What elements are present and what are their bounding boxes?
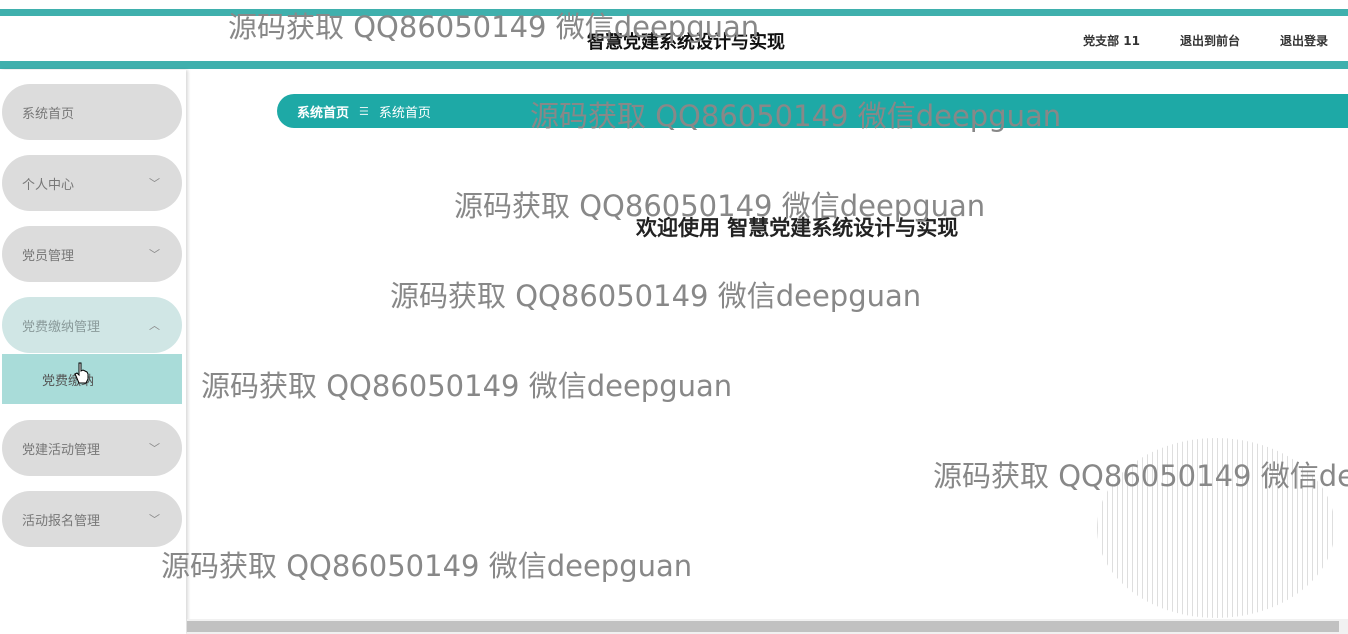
chevron-up-icon: ︿ (149, 319, 160, 332)
chevron-down-icon: ﹀ (149, 513, 160, 526)
logout-link[interactable]: 退出登录 (1280, 32, 1328, 49)
chevron-down-icon: ﹀ (149, 442, 160, 455)
sidebar-item-label: 个人中心 (22, 177, 75, 193)
breadcrumb: 系统首页 ☰ 系统首页 (277, 94, 1348, 128)
sidebar: 系统首页 个人中心 ﹀ 党员管理 ﹀ 党费缴纳管理 ︿ 党费缴纳 党建活动管理 … (0, 70, 186, 634)
user-label: 党支部 11 (1083, 34, 1140, 48)
sidebar-item-home[interactable]: 系统首页 (2, 84, 182, 140)
sidebar-item-activity-management[interactable]: 党建活动管理 ﹀ (2, 420, 182, 476)
sidebar-item-label: 系统首页 (22, 106, 75, 122)
sidebar-item-registration-management[interactable]: 活动报名管理 ﹀ (2, 491, 182, 547)
sidebar-item-label: 党费缴纳管理 (22, 319, 101, 335)
hand-cursor-icon (74, 362, 89, 384)
menu-icon: ☰ (359, 104, 369, 118)
sidebar-item-personal-center[interactable]: 个人中心 ﹀ (2, 155, 182, 211)
sidebar-item-label: 党员管理 (22, 248, 75, 264)
watermark-text: 源码获取 QQ86050149 微信deepguan (161, 549, 693, 583)
watermark-text: 源码获取 QQ86050149 微信deepguan (390, 279, 922, 313)
welcome-title: 欢迎使用 智慧党建系统设计与实现 (636, 216, 959, 240)
header-bottom-stripe (0, 61, 1348, 69)
sidebar-item-label: 党建活动管理 (22, 442, 101, 458)
scrollbar-thumb[interactable] (187, 621, 1339, 632)
top-header: 智慧党建系统设计与实现 党支部 11 退出到前台 退出登录 (0, 0, 1348, 70)
chevron-down-icon: ﹀ (149, 248, 160, 261)
chevron-down-icon: ﹀ (149, 177, 160, 190)
sidebar-item-label: 活动报名管理 (22, 513, 101, 529)
breadcrumb-current: 系统首页 (378, 105, 431, 121)
submenu-item-fee-payment[interactable]: 党费缴纳 (2, 354, 182, 404)
watermark-text: 源码获取 QQ86050149 微信deepguan (201, 369, 733, 403)
sidebar-item-fee-management[interactable]: 党费缴纳管理 ︿ (2, 297, 182, 353)
header-links: 党支部 11 退出到前台 退出登录 (1083, 32, 1328, 49)
header-top-stripe (0, 9, 1348, 16)
decorative-circle (1097, 438, 1335, 618)
exit-to-front-link[interactable]: 退出到前台 (1180, 32, 1240, 49)
horizontal-scrollbar[interactable] (187, 619, 1348, 634)
breadcrumb-home[interactable]: 系统首页 (297, 102, 349, 121)
sidebar-item-member-management[interactable]: 党员管理 ﹀ (2, 226, 182, 282)
